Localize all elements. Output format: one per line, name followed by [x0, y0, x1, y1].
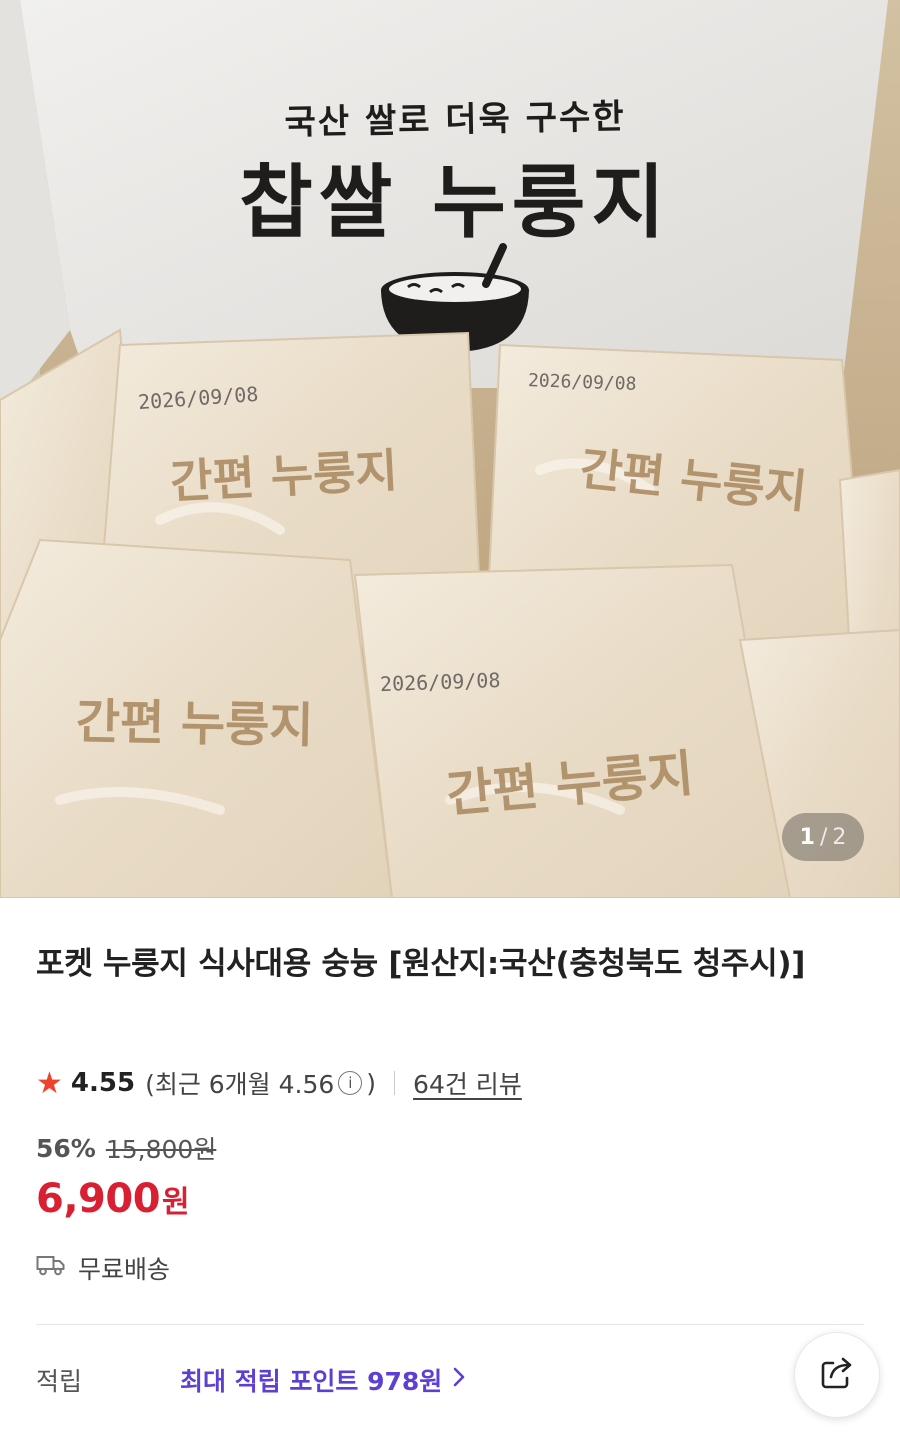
divider — [36, 1324, 864, 1325]
shipping-info: 무료배송 — [36, 1250, 170, 1286]
share-button[interactable] — [794, 1332, 880, 1418]
product-image-carousel[interactable]: 국산 쌀로 더욱 구수한 찹쌀 누룽지 2026/09/08 간편 누룽지 20… — [0, 0, 900, 898]
recent-rating-close: ) — [366, 1068, 377, 1098]
recent-rating: (최근 6개월 4.56 — [145, 1070, 335, 1099]
sale-price-amount: 6,900 — [36, 1176, 161, 1222]
image-counter: 1 / 2 — [782, 813, 864, 861]
shipping-label: 무료배송 — [78, 1255, 171, 1284]
reviews-link[interactable]: 64건 리뷰 — [413, 1065, 522, 1101]
points-row[interactable]: 적립 최대 적립 포인트 978원 — [36, 1362, 466, 1398]
info-icon[interactable]: i — [338, 1071, 363, 1095]
truck-icon — [36, 1253, 66, 1283]
pack-label: 간편 누룽지 — [75, 693, 314, 755]
product-title: 포켓 누룽지 식사대용 숭늉 [원산지:국산(충청북도 청주시)] — [36, 946, 806, 982]
sale-price: 6,900 원 — [36, 1176, 190, 1222]
box-title: 찹쌀 누룽지 — [239, 156, 671, 249]
rating-row: ★ 4.55 (최근 6개월 4.56 i ) 64건 리뷰 — [36, 1064, 522, 1102]
image-counter-current: 1 — [799, 824, 815, 850]
pack-date: 2026/09/08 — [527, 370, 637, 395]
star-icon: ★ — [36, 1065, 63, 1101]
pack-label: 간편 누룽지 — [168, 443, 400, 509]
discount-rate: 56% — [36, 1133, 96, 1163]
share-icon — [817, 1353, 857, 1397]
chevron-right-icon — [452, 1365, 466, 1395]
original-price: 15,800원 — [105, 1135, 217, 1164]
price-original-row: 56% 15,800원 — [36, 1130, 216, 1166]
points-label: 적립 — [36, 1367, 83, 1396]
image-counter-total: 2 — [832, 824, 847, 850]
pack-date: 2026/09/08 — [379, 667, 501, 697]
sale-price-unit: 원 — [162, 1185, 190, 1220]
rating-score: 4.55 — [70, 1068, 136, 1098]
points-value[interactable]: 최대 적립 포인트 978원 — [180, 1362, 442, 1398]
image-counter-separator: / — [819, 824, 828, 850]
divider — [394, 1071, 396, 1095]
